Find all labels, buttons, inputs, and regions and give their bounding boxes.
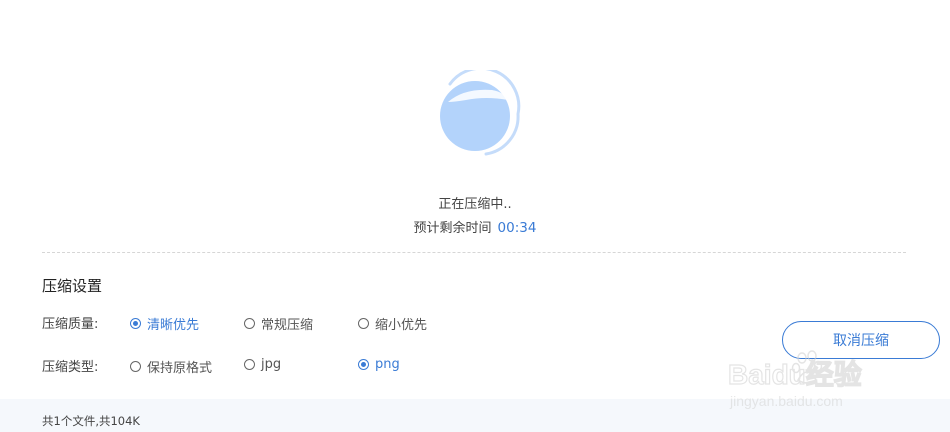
section-divider <box>42 252 906 253</box>
radio-unselected-icon <box>358 318 369 329</box>
radio-selected-icon <box>358 359 369 370</box>
quality-label: 压缩质量: <box>42 317 99 332</box>
compression-status-text: 正在压缩中.. <box>438 197 512 212</box>
cancel-compression-button[interactable]: 取消压缩 <box>782 321 940 359</box>
compression-panel: 正在压缩中.. 预计剩余时间 00:34 压缩设置 压缩质量: 清晰优先 常规压缩… <box>0 0 950 432</box>
eta-label: 预计剩余时间 <box>413 221 492 236</box>
type-option-original[interactable]: 保持原格式 <box>130 357 212 376</box>
quality-option-smaller[interactable]: 缩小优先 <box>358 314 427 333</box>
type-label: 压缩类型: <box>42 360 99 375</box>
loading-spinner-icon <box>440 70 521 156</box>
option-label: 保持原格式 <box>147 361 213 376</box>
radio-selected-icon <box>130 318 141 329</box>
radio-unselected-icon <box>244 359 255 370</box>
watermark-brand-text: Baidu经验 <box>728 358 862 390</box>
option-label: jpg <box>261 357 282 372</box>
radio-unselected-icon <box>244 318 255 329</box>
option-label: 清晰优先 <box>147 318 200 333</box>
radio-unselected-icon <box>130 361 141 372</box>
file-summary: 共1个文件,共104K <box>42 414 140 428</box>
type-option-jpg[interactable]: jpg <box>244 357 281 372</box>
quality-option-normal[interactable]: 常规压缩 <box>244 314 313 333</box>
settings-title: 压缩设置 <box>42 277 103 295</box>
footer-bar: 共1个文件,共104K <box>0 399 950 432</box>
option-label: png <box>375 357 400 372</box>
option-label: 缩小优先 <box>375 318 428 333</box>
eta-line: 预计剩余时间 00:34 <box>0 217 950 236</box>
eta-value: 00:34 <box>497 220 537 236</box>
option-label: 常规压缩 <box>261 318 314 333</box>
quality-option-clarity[interactable]: 清晰优先 <box>130 314 199 333</box>
type-option-png[interactable]: png <box>358 357 400 372</box>
